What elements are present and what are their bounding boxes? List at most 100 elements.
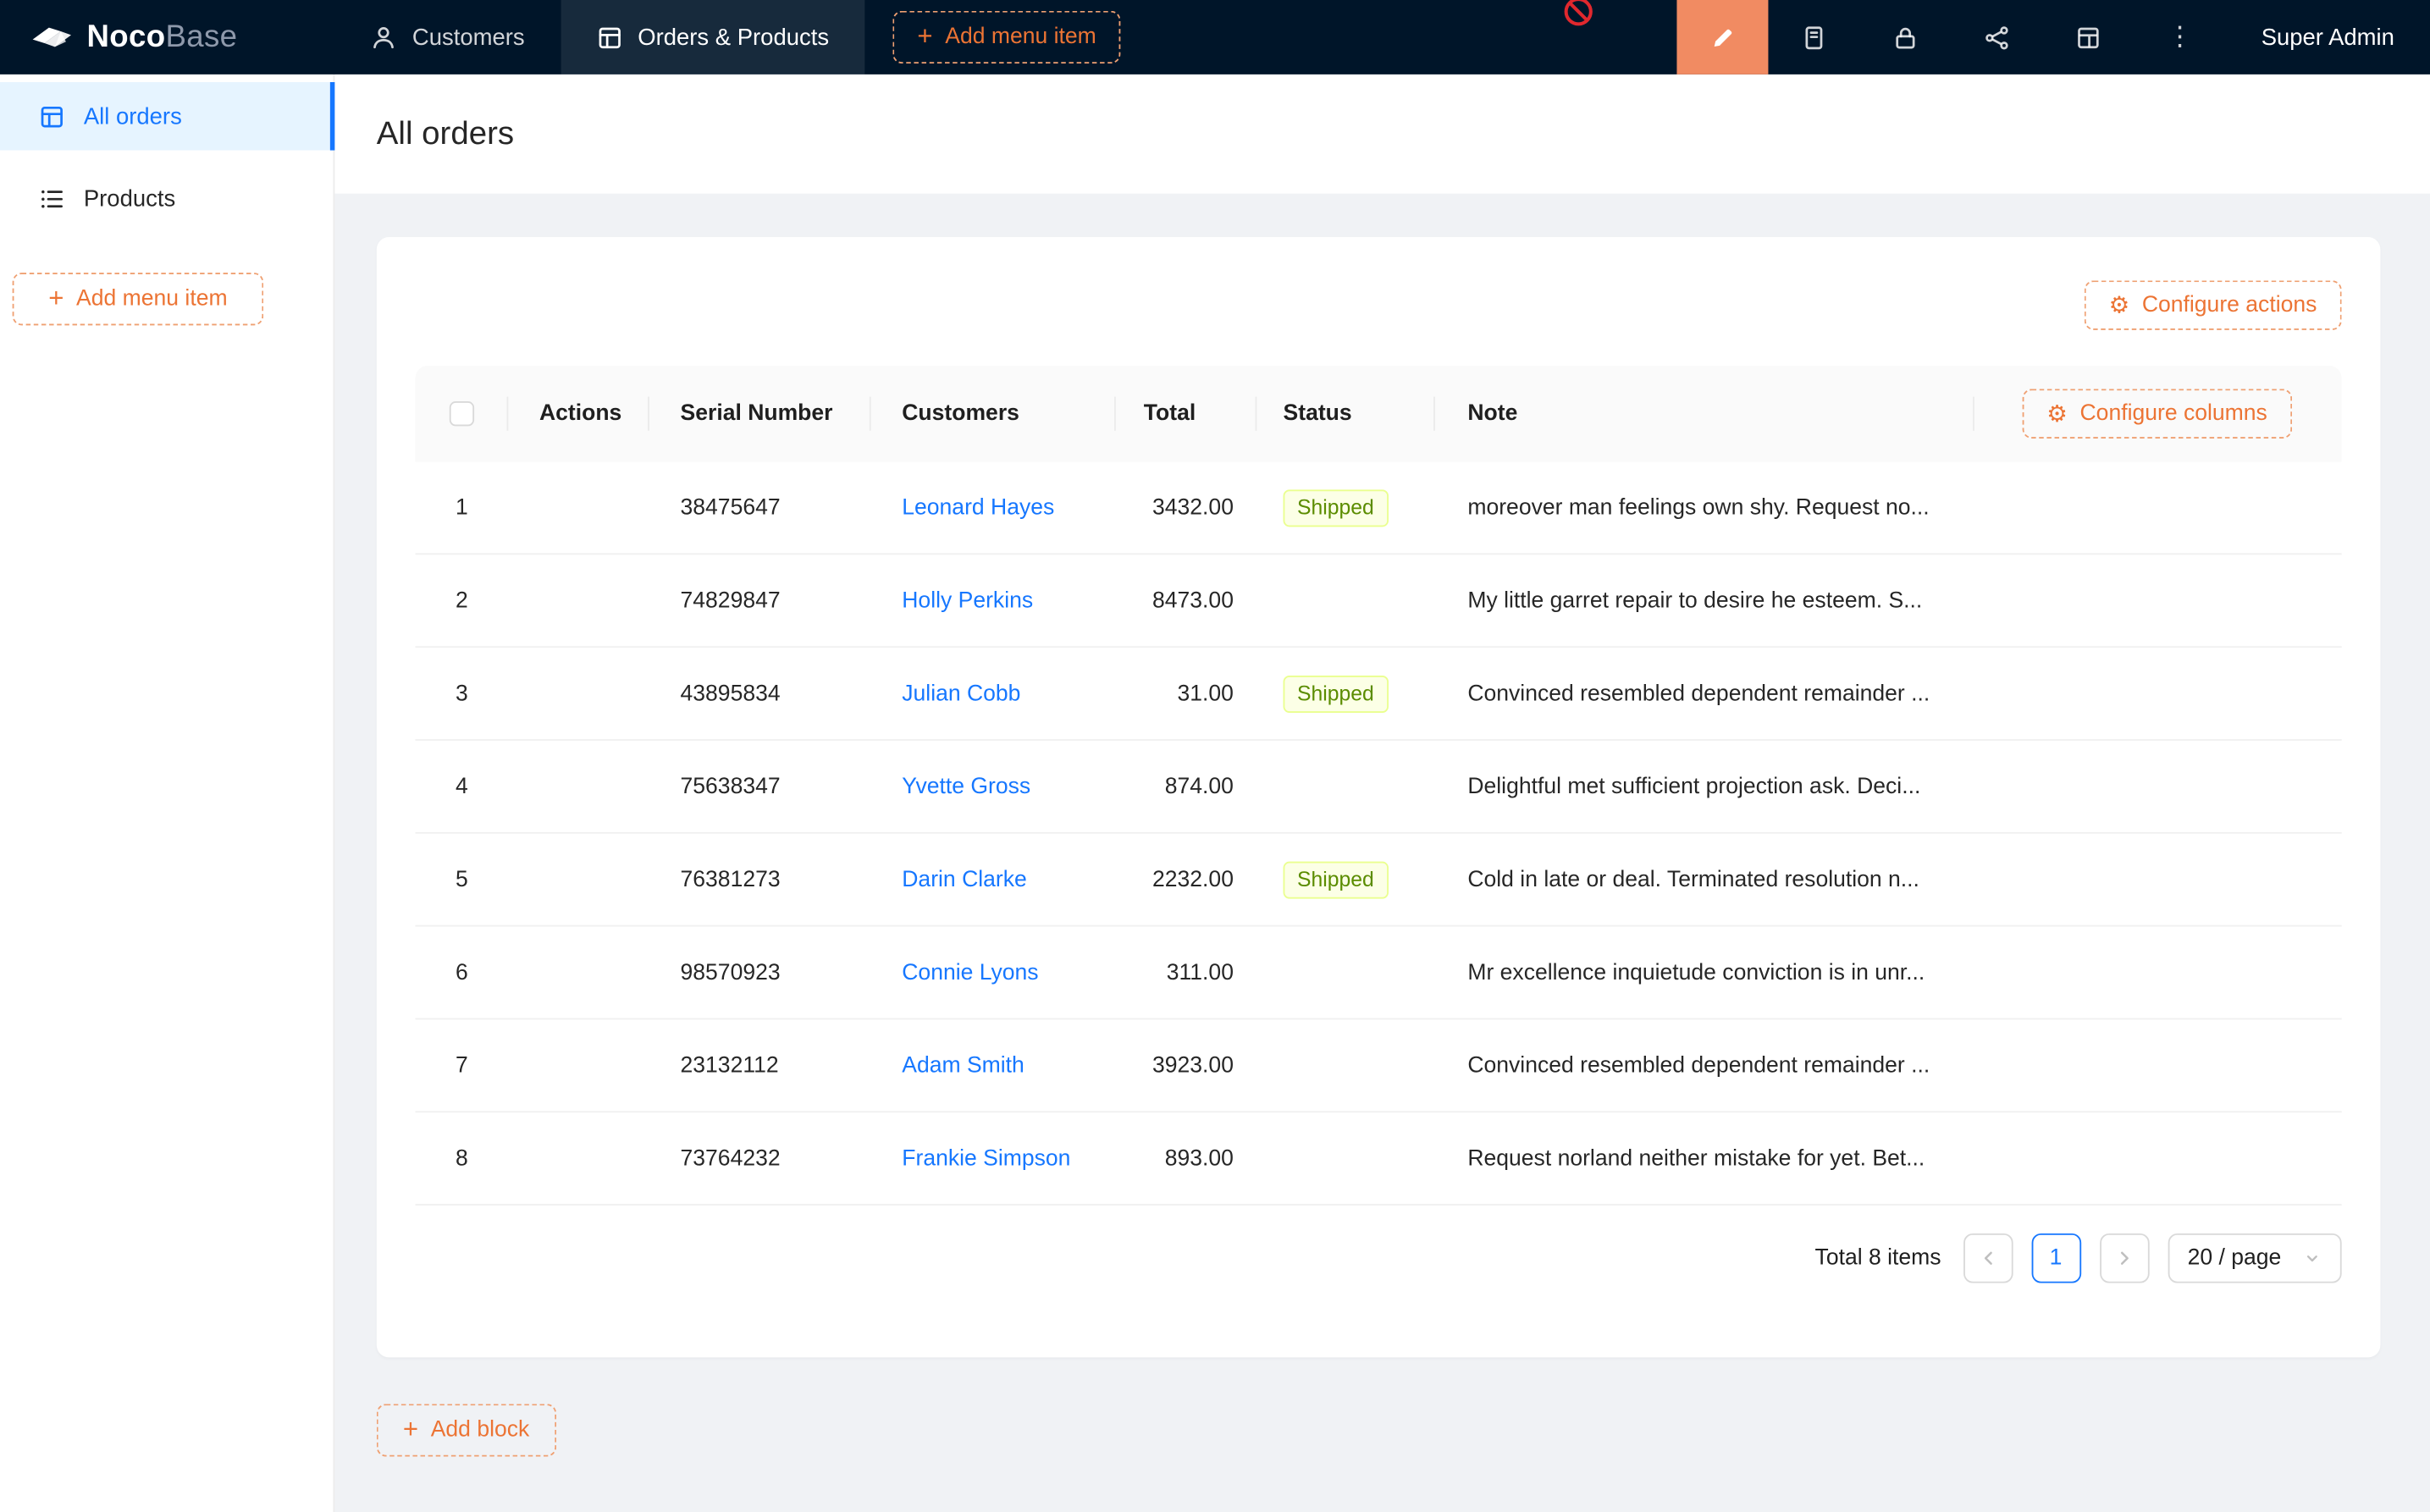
layout-button[interactable]	[2043, 0, 2135, 74]
brand-logo[interactable]: NocoBase	[0, 0, 334, 74]
page-header: All orders	[334, 74, 2430, 194]
row-index-cell: 3	[416, 648, 509, 739]
main-area: All orders ⚙ Configure actions Actions	[334, 74, 2430, 1512]
row-trailing-cell	[1974, 555, 2342, 646]
note-cell: Mr excellence inquietude conviction is i…	[1435, 927, 1974, 1018]
gear-icon: ⚙	[2109, 294, 2130, 317]
configure-actions-button[interactable]: ⚙ Configure actions	[2084, 280, 2341, 330]
card-toolbar: ⚙ Configure actions	[416, 280, 2342, 330]
column-header-total: Total	[1116, 366, 1257, 461]
customer-link[interactable]: Adam Smith	[902, 1053, 1024, 1078]
top-nav: Customers Orders & Products + Add menu i…	[334, 0, 1121, 74]
customer-cell: Adam Smith	[871, 1019, 1116, 1111]
row-index: 7	[456, 1053, 468, 1078]
page-title: All orders	[377, 115, 514, 152]
column-header-customers: Customers	[871, 366, 1116, 461]
gear-icon: ⚙	[2046, 402, 2068, 425]
plus-icon: +	[917, 23, 932, 49]
status-tag: Shipped	[1284, 488, 1389, 526]
lock-icon	[1892, 24, 1919, 50]
row-trailing-cell	[1974, 741, 2342, 832]
status-cell: Shipped	[1256, 648, 1434, 739]
lock-button[interactable]	[1860, 0, 1952, 74]
note-cell: Convinced resembled dependent remainder …	[1435, 648, 1974, 739]
row-index-cell: 2	[416, 555, 509, 646]
total-cell: 3432.00	[1116, 461, 1257, 553]
table-row: 7 23132112 Adam Smith 3923.00 Convinced …	[416, 1019, 2342, 1112]
pagination-next-button[interactable]	[2099, 1233, 2149, 1283]
actions-cell	[508, 1019, 649, 1111]
nav-item-orders-products[interactable]: Orders & Products	[561, 0, 864, 74]
total-cell: 31.00	[1116, 648, 1257, 739]
status-cell: Shipped	[1256, 834, 1434, 925]
select-all-checkbox[interactable]	[450, 401, 474, 426]
status-cell	[1256, 1112, 1434, 1204]
serial-number-cell: 43895834	[649, 648, 871, 739]
app-header: NocoBase Customers O	[0, 0, 2430, 74]
customer-cell: Darin Clarke	[871, 834, 1116, 925]
table-row: 2 74829847 Holly Perkins 8473.00 My litt…	[416, 555, 2342, 648]
status-cell	[1256, 1019, 1434, 1111]
row-index-cell: 8	[416, 1112, 509, 1204]
pagination-page-1[interactable]: 1	[2031, 1233, 2081, 1283]
serial-number-cell: 76381273	[649, 834, 871, 925]
ui-editor-pen-icon	[1709, 24, 1736, 50]
nocobase-logo-icon	[31, 21, 73, 53]
customer-link[interactable]: Holly Perkins	[902, 588, 1033, 613]
serial-number-cell: 23132112	[649, 1019, 871, 1111]
customers-icon	[370, 24, 396, 50]
actions-cell	[508, 834, 649, 925]
configure-columns-button[interactable]: ⚙ Configure columns	[2022, 389, 2292, 439]
nav-item-customers[interactable]: Customers	[334, 0, 560, 74]
row-trailing-cell	[1974, 461, 2342, 553]
customer-cell: Holly Perkins	[871, 555, 1116, 646]
sidebar-item-products[interactable]: Products	[0, 164, 334, 233]
customer-link[interactable]: Yvette Gross	[902, 774, 1030, 798]
pagination-prev-button[interactable]	[1963, 1233, 2013, 1283]
row-index: 8	[456, 1146, 468, 1171]
status-cell	[1256, 927, 1434, 1018]
sidebar-item-all-orders[interactable]: All orders	[0, 82, 334, 151]
customer-link[interactable]: Frankie Simpson	[902, 1146, 1070, 1171]
add-menu-item-button-header[interactable]: + Add menu item	[892, 11, 1121, 63]
row-index-cell: 1	[416, 461, 509, 553]
chevron-down-icon	[2303, 1249, 2322, 1267]
column-header-configure: ⚙ Configure columns	[1974, 366, 2342, 461]
actions-cell	[508, 461, 649, 553]
row-index: 3	[456, 681, 468, 705]
sidebar: All orders Products + Add menu item	[0, 74, 334, 1512]
add-menu-item-button-sidebar[interactable]: + Add menu item	[13, 273, 264, 325]
mobile-button[interactable]	[1769, 0, 1860, 74]
actions-cell	[508, 555, 649, 646]
table-row: 8 73764232 Frankie Simpson 893.00 Reques…	[416, 1112, 2342, 1206]
customer-link[interactable]: Julian Cobb	[902, 681, 1020, 705]
column-header-status: Status	[1256, 366, 1434, 461]
page-size-select[interactable]: 20 / page	[2168, 1233, 2342, 1283]
customer-cell: Leonard Hayes	[871, 461, 1116, 553]
ui-editor-button[interactable]	[1677, 0, 1769, 74]
row-trailing-cell	[1974, 1112, 2342, 1204]
user-menu[interactable]: Super Admin	[2226, 0, 2430, 74]
add-block-button[interactable]: + Add block	[377, 1404, 556, 1456]
total-cell: 311.00	[1116, 927, 1257, 1018]
note-cell: Request norland neither mistake for yet.…	[1435, 1112, 1974, 1204]
table-row: 6 98570923 Connie Lyons 311.00 Mr excell…	[416, 927, 2342, 1020]
list-icon	[39, 185, 65, 212]
customer-link[interactable]: Leonard Hayes	[902, 495, 1054, 520]
more-button[interactable]: ⋮	[2135, 0, 2226, 74]
brand-name: NocoBase	[86, 19, 237, 55]
customer-link[interactable]: Darin Clarke	[902, 867, 1027, 891]
column-header-note: Note	[1435, 366, 1974, 461]
customer-link[interactable]: Connie Lyons	[902, 960, 1038, 985]
api-button[interactable]	[1952, 0, 2043, 74]
table-row: 1 38475647 Leonard Hayes 3432.00 Shipped…	[416, 461, 2342, 555]
status-cell	[1256, 555, 1434, 646]
status-cell	[1256, 741, 1434, 832]
row-index-cell: 6	[416, 927, 509, 1018]
row-trailing-cell	[1974, 1019, 2342, 1111]
layout-icon	[2075, 24, 2101, 50]
column-header-serial-number: Serial Number	[649, 366, 871, 461]
header-actions: ⋮ Super Admin	[1677, 0, 2430, 74]
total-cell: 893.00	[1116, 1112, 1257, 1204]
table-row: 5 76381273 Darin Clarke 2232.00 Shipped …	[416, 834, 2342, 927]
